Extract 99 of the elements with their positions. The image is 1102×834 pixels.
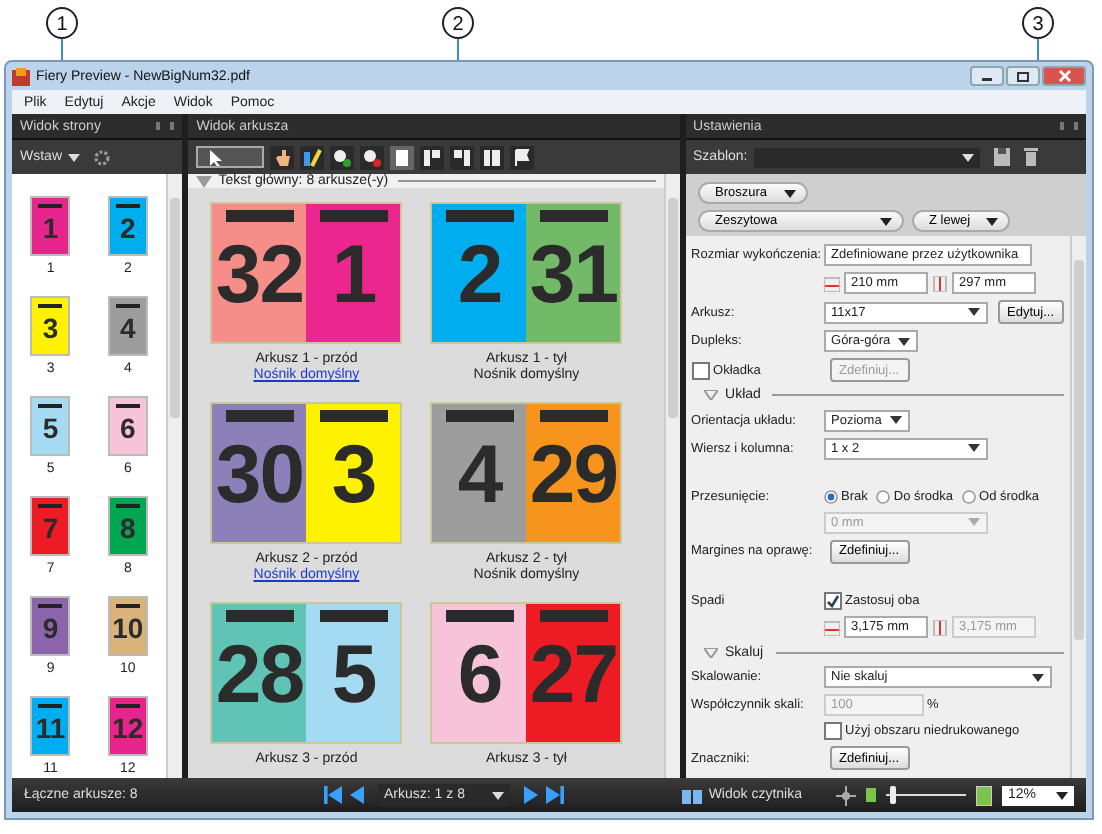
page-thumbnail[interactable]: 2: [107, 196, 148, 256]
page-number: 1: [42, 210, 59, 248]
page-number: 4: [120, 310, 136, 348]
page-number: 7: [42, 510, 59, 548]
page-number: 2: [457, 226, 502, 324]
page-thumbnail[interactable]: 3: [30, 296, 71, 356]
page-number: 5: [331, 626, 376, 724]
page-number: 6: [457, 626, 502, 724]
width-icon: [823, 619, 840, 636]
page-number: 27: [529, 626, 618, 724]
minimize-button[interactable]: [970, 66, 1004, 86]
page-number: 6: [120, 410, 136, 448]
page-preview[interactable]: 1: [306, 204, 401, 342]
page-preview[interactable]: 29: [526, 404, 621, 542]
zoom-in-icon[interactable]: [330, 145, 355, 169]
dropdown-arrow-icon: [961, 153, 974, 161]
hand-icon[interactable]: [270, 145, 295, 169]
close-button[interactable]: [1042, 66, 1086, 86]
page-number: 32: [215, 226, 304, 324]
page-preview[interactable]: 2: [432, 204, 527, 342]
previous-icon[interactable]: [350, 786, 364, 804]
zoom-out-icon[interactable]: [360, 145, 385, 169]
page-thumbnail[interactable]: 4: [107, 296, 148, 356]
page-number: 11: [35, 710, 66, 748]
width-icon: [823, 275, 840, 291]
zoom-slider[interactable]: [886, 786, 966, 804]
page-number: 4: [457, 426, 502, 524]
page-number: 12: [112, 710, 144, 748]
page-icon[interactable]: [390, 145, 415, 169]
page-number: 1: [331, 226, 376, 324]
checkbox[interactable]: [691, 361, 710, 379]
small-page-icon: [866, 788, 876, 802]
ruler-icon[interactable]: [300, 145, 325, 169]
page-number: 10: [112, 610, 144, 648]
dropdown-arrow-icon: [889, 416, 902, 425]
last-page-icon[interactable]: [546, 786, 564, 804]
radio-button[interactable]: [823, 490, 838, 504]
page-preview[interactable]: 32: [212, 204, 307, 342]
dropdown-arrow-icon: [898, 337, 911, 345]
page-thumbnail[interactable]: 5: [30, 396, 71, 456]
dropdown-arrow-icon: [879, 217, 892, 225]
scrollbar[interactable]: [663, 174, 680, 778]
save-icon[interactable]: [993, 148, 1010, 166]
dropdown-arrow-icon: [967, 518, 980, 527]
book-icon: [682, 787, 703, 803]
page-thumbnail[interactable]: 11: [30, 696, 71, 756]
page-preview[interactable]: 28: [212, 604, 307, 742]
dropdown-arrow-icon: [967, 444, 980, 453]
flag-icon[interactable]: [510, 145, 535, 169]
page-preview[interactable]: 6: [432, 604, 527, 742]
layout-icon[interactable]: [480, 145, 505, 169]
dropdown-arrow-icon: [1056, 791, 1068, 799]
checkbox[interactable]: [823, 592, 842, 611]
page-number: 8: [120, 510, 136, 548]
page-number: 9: [42, 610, 59, 648]
page-number: 2: [120, 210, 136, 248]
dropdown-arrow-icon: [783, 189, 796, 197]
move-icon[interactable]: [836, 785, 856, 805]
app-icon: [12, 67, 30, 85]
page-number: 3: [42, 310, 59, 348]
dropdown-arrow-icon: [986, 217, 999, 225]
page-number: 5: [42, 410, 59, 448]
trash-icon[interactable]: [1023, 148, 1038, 166]
page-thumbnail[interactable]: 10: [107, 596, 148, 656]
radio-button[interactable]: [961, 490, 976, 504]
page-preview[interactable]: 3: [306, 404, 401, 542]
collapse-icon[interactable]: [1060, 122, 1078, 130]
page-preview[interactable]: 30: [212, 404, 307, 542]
layout-icon[interactable]: [450, 145, 475, 169]
page-number: 28: [215, 626, 304, 724]
large-page-icon: [976, 785, 992, 805]
page-preview[interactable]: 4: [432, 404, 527, 542]
dropdown-arrow-icon: [492, 791, 504, 799]
page-thumbnail[interactable]: 8: [107, 496, 148, 556]
page-number: 30: [215, 426, 304, 524]
radio-button[interactable]: [875, 490, 890, 504]
first-page-icon[interactable]: [324, 786, 342, 804]
page-number: 31: [529, 226, 618, 324]
page-number: 29: [529, 426, 618, 524]
checkbox[interactable]: [823, 722, 842, 741]
scrollbar[interactable]: [166, 174, 183, 778]
dropdown-arrow-icon: [1031, 673, 1044, 682]
next-icon[interactable]: [524, 786, 538, 804]
page-preview[interactable]: 31: [526, 204, 621, 342]
maximize-icon: [1016, 71, 1030, 81]
dropdown-arrow-icon: [68, 153, 80, 161]
height-icon: [931, 619, 948, 636]
height-icon: [931, 275, 948, 291]
page-number: 3: [331, 426, 376, 524]
layout-icon[interactable]: [420, 145, 445, 169]
page-thumbnail[interactable]: 6: [107, 396, 148, 456]
dropdown-arrow-icon: [967, 308, 980, 316]
scrollbar[interactable]: [1070, 236, 1086, 778]
close-icon: [1057, 70, 1071, 82]
collapse-icon[interactable]: [156, 122, 175, 130]
pointer-icon[interactable]: [196, 146, 265, 168]
page-preview[interactable]: 5: [306, 604, 401, 742]
maximize-button[interactable]: [1006, 66, 1040, 86]
gear-icon[interactable]: [94, 149, 110, 165]
